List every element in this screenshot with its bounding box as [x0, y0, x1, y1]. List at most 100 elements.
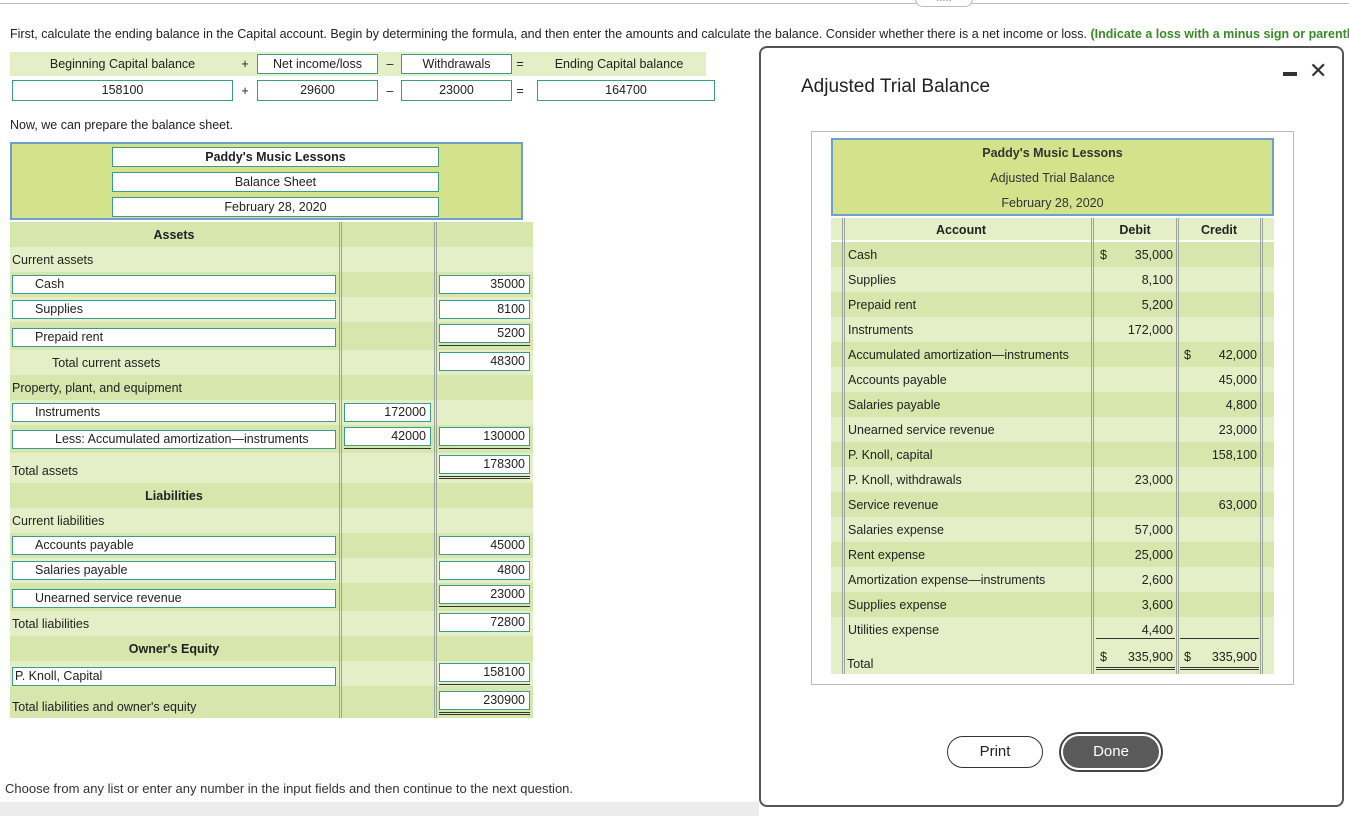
- bs-net-ppe-underline: [439, 448, 530, 449]
- bs-capital-underline: [439, 684, 530, 685]
- tb-row-debit-currency: $: [1100, 248, 1107, 262]
- bs-company-select[interactable]: Paddy's Music Lessons: [112, 147, 439, 167]
- bs-total-current-input[interactable]: 48300: [439, 352, 530, 371]
- tb-row-account: P. Knoll, capital: [848, 448, 933, 462]
- tb-row: [831, 267, 1274, 292]
- bottom-bar: [0, 802, 759, 816]
- formula-withdrawals-select[interactable]: Withdrawals: [401, 54, 512, 74]
- tb-row-account: Supplies expense: [848, 598, 947, 612]
- tb-row-account: Salaries payable: [848, 398, 941, 412]
- tb-row-account: Prepaid rent: [848, 298, 917, 312]
- tb-row-debit: 35,000: [1134, 248, 1173, 262]
- bs-statement-select[interactable]: Balance Sheet: [112, 172, 439, 192]
- tb-row-account: P. Knoll, withdrawals: [848, 473, 962, 487]
- bs-usr-input[interactable]: 23000: [439, 585, 530, 604]
- close-icon[interactable]: ✕: [1309, 60, 1327, 82]
- prep-text: Now, we can prepare the balance sheet.: [10, 118, 234, 132]
- tb-row-debit: 2,600: [1141, 573, 1173, 587]
- tb-col-credit: Credit: [1200, 223, 1238, 237]
- bs-prepaid-select[interactable]: Prepaid rent: [12, 328, 336, 347]
- tb-row-account: Cash: [848, 248, 878, 262]
- bs-prepaid-input[interactable]: 5200: [439, 324, 530, 343]
- tb-total-debit: 335,900: [1127, 650, 1173, 664]
- bs-total-le-input[interactable]: 230900: [439, 691, 530, 710]
- tb-row-debit: 57,000: [1134, 523, 1173, 537]
- tb-total-label: Total: [847, 657, 874, 671]
- tb-row-credit-currency: $: [1184, 348, 1191, 362]
- bs-current-assets-label: Current assets: [12, 253, 94, 267]
- net-income-input[interactable]: 29600: [257, 80, 378, 101]
- bs-total-le-label: Total liabilities and owner's equity: [12, 700, 197, 714]
- bs-total-liab-label: Total liabilities: [12, 617, 90, 631]
- bs-total-assets-label: Total assets: [12, 464, 79, 478]
- formula-net-income-select[interactable]: Net income/loss: [257, 54, 378, 74]
- bs-accum-input[interactable]: 42000: [344, 427, 431, 446]
- bs-sp-select[interactable]: Salaries payable: [12, 561, 336, 580]
- bs-total-assets-double-underline: [439, 476, 530, 479]
- bs-current-liabilities-label: Current liabilities: [12, 514, 105, 528]
- tb-row-debit: 25,000: [1134, 548, 1173, 562]
- print-button[interactable]: Print: [947, 736, 1043, 768]
- tb-col-debit: Debit: [1119, 223, 1151, 237]
- formula-header-beginning: Beginning Capital balance: [49, 57, 196, 71]
- bs-total-current-label: Total current assets: [52, 356, 161, 370]
- bs-date-select[interactable]: February 28, 2020: [112, 197, 439, 217]
- tb-company: Paddy's Music Lessons: [982, 146, 1123, 160]
- bs-instruments-select[interactable]: Instruments: [12, 403, 336, 422]
- tb-row-account: Salaries expense: [848, 523, 944, 537]
- formula-op-plus: +: [241, 84, 249, 98]
- tb-total-credit: 335,900: [1211, 650, 1257, 664]
- drag-handle[interactable]: ·····: [915, 0, 973, 7]
- tb-row-debit: 3,600: [1141, 598, 1173, 612]
- bs-total-liab-input[interactable]: 72800: [439, 613, 530, 632]
- instruction-main: First, calculate the ending balance in t…: [10, 27, 1091, 41]
- tb-row-account: Utilities expense: [848, 623, 940, 637]
- bs-capital-input[interactable]: 158100: [439, 663, 530, 682]
- bs-ap-select[interactable]: Accounts payable: [12, 536, 336, 555]
- top-divider: [0, 3, 1349, 4]
- formula-op-equals: =: [516, 84, 524, 98]
- tb-row-debit: 23,000: [1134, 473, 1173, 487]
- tb-row-account: Accumulated amortization—instruments: [848, 348, 1069, 362]
- minimize-icon[interactable]: [1283, 72, 1297, 76]
- bs-accum-select[interactable]: Less: Accumulated amortization—instrumen…: [12, 430, 336, 449]
- bs-supplies-input[interactable]: 8100: [439, 300, 530, 319]
- tb-row-account: Accounts payable: [848, 373, 947, 387]
- bs-assets-heading: Assets: [153, 228, 195, 242]
- bs-supplies-select[interactable]: Supplies: [12, 300, 336, 319]
- tb-row-credit: 23,000: [1218, 423, 1257, 437]
- ending-capital-input[interactable]: 164700: [537, 80, 715, 101]
- tb-row-credit: 42,000: [1218, 348, 1257, 362]
- tb-row-debit: 8,100: [1141, 273, 1173, 287]
- tb-row-credit: 4,800: [1225, 398, 1257, 412]
- tb-date: February 28, 2020: [1001, 196, 1104, 210]
- bs-capital-select[interactable]: P. Knoll, Capital: [12, 667, 336, 686]
- tb-row-account: Instruments: [848, 323, 914, 337]
- tb-row-debit: 5,200: [1141, 298, 1173, 312]
- tb-col-account: Account: [936, 223, 986, 237]
- beginning-capital-input[interactable]: 158100: [12, 80, 233, 101]
- bs-liabilities-heading: Liabilities: [145, 489, 203, 503]
- bs-instruments-input[interactable]: 172000: [344, 403, 431, 422]
- bs-total-assets-input[interactable]: 178300: [439, 455, 530, 474]
- bs-cash-input[interactable]: 35000: [439, 275, 530, 294]
- done-button[interactable]: Done: [1059, 732, 1163, 772]
- bs-equity-heading: Owner's Equity: [128, 642, 220, 656]
- bs-ap-input[interactable]: 45000: [439, 536, 530, 555]
- done-button-label: Done: [1063, 736, 1159, 768]
- bs-net-ppe-input[interactable]: 130000: [439, 427, 530, 446]
- tb-row-credit: 158,100: [1211, 448, 1257, 462]
- bs-cash-select[interactable]: Cash: [12, 275, 336, 294]
- tb-statement: Adjusted Trial Balance: [990, 171, 1115, 185]
- adjusted-trial-balance-dialog: Adjusted Trial Balance ✕ Paddy's Music L…: [759, 46, 1344, 807]
- tb-total-credit-currency: $: [1184, 650, 1191, 664]
- tb-row-debit: 4,400: [1141, 623, 1173, 637]
- bs-accum-underline: [344, 448, 431, 449]
- tb-row-account: Supplies: [848, 273, 896, 287]
- bs-usr-select[interactable]: Unearned service revenue: [12, 589, 336, 608]
- withdrawals-input[interactable]: 23000: [401, 80, 512, 101]
- bs-sp-input[interactable]: 4800: [439, 561, 530, 580]
- tb-row: [831, 242, 1274, 267]
- instruction-text: First, calculate the ending balance in t…: [10, 27, 1349, 41]
- tb-row-credit: 45,000: [1218, 373, 1257, 387]
